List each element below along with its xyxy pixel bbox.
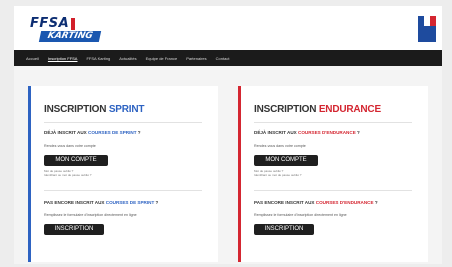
french-republic-flag-icon (418, 16, 436, 42)
nav-item-partenaires[interactable]: Partenaires (186, 56, 206, 61)
endurance-register-help-text: Remplissez le formulaire d'inscription d… (254, 213, 347, 217)
endurance-not-registered-heading: PAS ENCORE INSCRIT AUX COURSES D'ENDURAN… (254, 200, 378, 205)
endurance-forgot-id-link[interactable]: Identifiant ou mot de passe oublié ? (254, 173, 301, 177)
main-nav: Accueil Inscription FFSA FFSA Karting Ac… (14, 50, 442, 66)
sprint-already-registered-heading: DÉJÀ INSCRIT AUX COURSES DE SPRINT ? (44, 130, 141, 135)
endurance-courses-link[interactable]: COURSES D'ENDURANCE (298, 130, 356, 135)
divider (44, 122, 202, 123)
site-header: FFSA KARTING (14, 6, 442, 50)
endurance-card: INSCRIPTION ENDURANCE DÉJÀ INSCRIT AUX C… (238, 86, 428, 262)
logo-karting-text: KARTING (38, 31, 102, 42)
nav-item-equipe-de-france[interactable]: Equipe de France (146, 56, 178, 61)
sprint-courses-link[interactable]: COURSES DE SPRINT (88, 130, 137, 135)
sprint-courses-link[interactable]: COURSES DE SPRINT (106, 200, 155, 205)
divider (254, 122, 412, 123)
nav-item-accueil[interactable]: Accueil (26, 56, 39, 61)
sprint-my-account-button[interactable]: MON COMPTE (44, 155, 108, 166)
sprint-forgot-id-link[interactable]: Identifiant ou mot de passe oublié ? (44, 173, 91, 177)
sprint-register-button[interactable]: INSCRIPTION (44, 224, 104, 235)
sprint-account-help-text: Rendez-vous dans votre compte (44, 144, 96, 148)
ffsa-karting-logo[interactable]: FFSA KARTING (30, 17, 102, 43)
nav-item-ffsa-karting[interactable]: FFSA Karting (86, 56, 110, 61)
endurance-register-button[interactable]: INSCRIPTION (254, 224, 314, 235)
nav-item-inscription-ffsa[interactable]: Inscription FFSA (48, 56, 78, 61)
page-frame: FFSA KARTING Accueil Inscription FFSA FF… (14, 6, 442, 264)
sprint-card-title: INSCRIPTION SPRINT (44, 104, 145, 115)
endurance-card-title: INSCRIPTION ENDURANCE (254, 104, 381, 115)
endurance-my-account-button[interactable]: MON COMPTE (254, 155, 318, 166)
sprint-not-registered-heading: PAS ENCORE INSCRIT AUX COURSES DE SPRINT… (44, 200, 159, 205)
endurance-already-registered-heading: DÉJÀ INSCRIT AUX COURSES D'ENDURANCE ? (254, 130, 360, 135)
divider (44, 190, 202, 191)
endurance-courses-link[interactable]: COURSES D'ENDURANCE (316, 200, 374, 205)
endurance-account-help-text: Rendez-vous dans votre compte (254, 144, 306, 148)
sprint-card: INSCRIPTION SPRINT DÉJÀ INSCRIT AUX COUR… (28, 86, 218, 262)
nav-item-actualites[interactable]: Actualités (119, 56, 136, 61)
divider (254, 190, 412, 191)
sprint-register-help-text: Remplissez le formulaire d'inscription d… (44, 213, 137, 217)
logo-ffsa-text: FFSA (30, 17, 90, 31)
nav-item-contact[interactable]: Contact (216, 56, 230, 61)
